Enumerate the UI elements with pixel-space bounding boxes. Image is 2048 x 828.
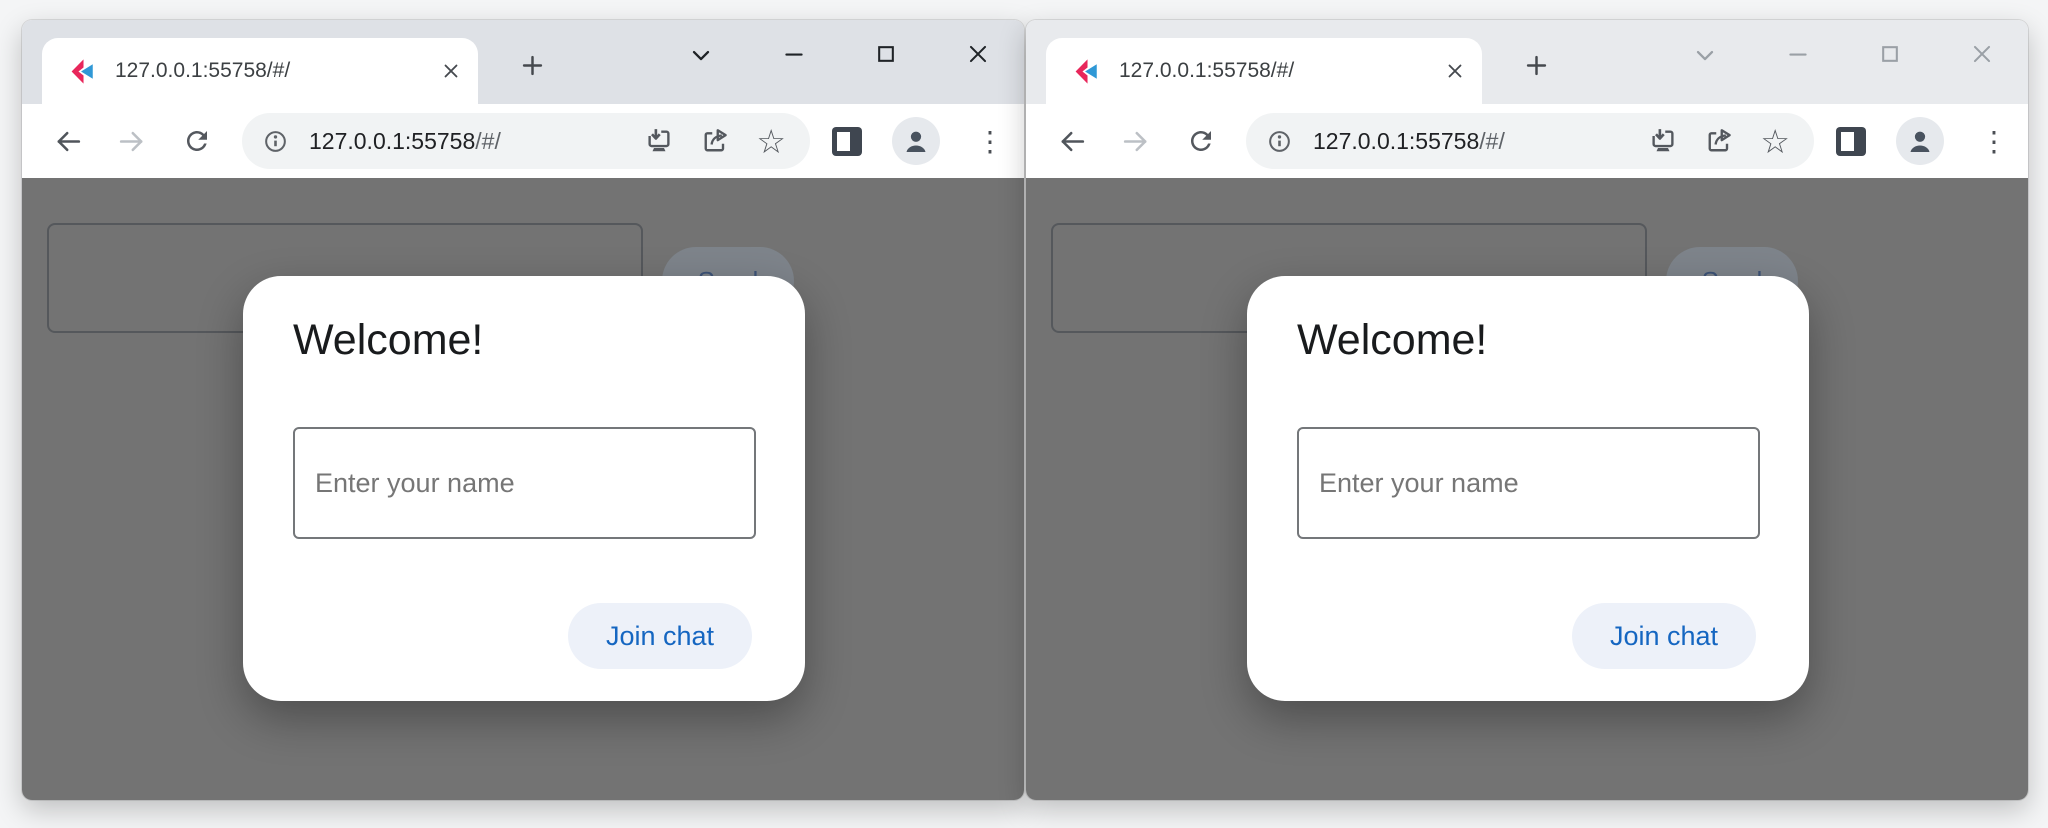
new-tab-button[interactable] bbox=[1517, 46, 1555, 84]
tab-strip: 127.0.0.1:55758/#/ bbox=[1026, 20, 2028, 104]
welcome-dialog: Welcome! Join chat bbox=[1247, 276, 1809, 701]
browser-tab[interactable]: 127.0.0.1:55758/#/ bbox=[1046, 38, 1482, 104]
dialog-title: Welcome! bbox=[1297, 316, 1487, 365]
page-info-icon[interactable] bbox=[262, 128, 289, 155]
window-minimize-button[interactable] bbox=[774, 34, 814, 74]
bookmark-star-icon[interactable]: ☆ bbox=[756, 125, 786, 158]
browser-menu-icon[interactable]: ⋮ bbox=[970, 121, 1010, 161]
site-favicon-icon bbox=[1072, 58, 1099, 85]
address-bar[interactable]: 127.0.0.1:55758/#/ ☆ bbox=[1246, 113, 1814, 169]
bookmark-star-icon[interactable]: ☆ bbox=[1760, 125, 1790, 158]
window-minimize-button[interactable] bbox=[1778, 34, 1818, 74]
tab-close-icon[interactable] bbox=[1440, 56, 1470, 86]
window-close-button[interactable] bbox=[958, 34, 998, 74]
tab-close-icon[interactable] bbox=[436, 56, 466, 86]
url-path: /#/ bbox=[475, 128, 501, 154]
install-app-icon[interactable] bbox=[1648, 126, 1678, 156]
tab-search-chevron-icon[interactable] bbox=[682, 36, 720, 74]
name-input[interactable] bbox=[1297, 427, 1760, 539]
side-panel-pane bbox=[837, 132, 850, 151]
url-host: 127.0.0.1:55758 bbox=[1313, 128, 1479, 154]
welcome-dialog: Welcome! Join chat bbox=[243, 276, 805, 701]
person-icon bbox=[901, 126, 931, 156]
side-panel-icon[interactable] bbox=[1836, 127, 1866, 156]
name-input[interactable] bbox=[293, 427, 756, 539]
url-text[interactable]: 127.0.0.1:55758/#/ bbox=[309, 128, 644, 155]
page-content: Send Welcome! Join chat bbox=[1026, 178, 2028, 800]
page-info-icon[interactable] bbox=[1266, 128, 1293, 155]
share-icon[interactable] bbox=[700, 126, 730, 156]
browser-window-right: 127.0.0.1:55758/#/ bbox=[1026, 20, 2028, 800]
browser-toolbar: 127.0.0.1:55758/#/ ☆ ⋮ bbox=[1026, 104, 2028, 178]
site-favicon-icon bbox=[68, 58, 95, 85]
share-icon[interactable] bbox=[1704, 126, 1734, 156]
new-tab-button[interactable] bbox=[513, 46, 551, 84]
join-chat-button[interactable]: Join chat bbox=[1572, 603, 1756, 669]
browser-menu-icon[interactable]: ⋮ bbox=[1974, 121, 2014, 161]
person-icon bbox=[1905, 126, 1935, 156]
tab-title: 127.0.0.1:55758/#/ bbox=[1119, 59, 1440, 83]
window-close-button[interactable] bbox=[1962, 34, 2002, 74]
page-content: Send Welcome! Join chat bbox=[22, 178, 1024, 800]
profile-avatar[interactable] bbox=[1896, 117, 1944, 165]
address-bar[interactable]: 127.0.0.1:55758/#/ ☆ bbox=[242, 113, 810, 169]
reload-button[interactable] bbox=[1181, 121, 1221, 161]
reload-button[interactable] bbox=[177, 121, 217, 161]
forward-button bbox=[1115, 121, 1155, 161]
install-app-icon[interactable] bbox=[644, 126, 674, 156]
back-button[interactable] bbox=[1052, 121, 1092, 161]
profile-avatar[interactable] bbox=[892, 117, 940, 165]
browser-toolbar: 127.0.0.1:55758/#/ ☆ ⋮ bbox=[22, 104, 1024, 178]
url-path: /#/ bbox=[1479, 128, 1505, 154]
browser-window-left: 127.0.0.1:55758/#/ bbox=[22, 20, 1024, 800]
window-maximize-button[interactable] bbox=[1870, 34, 1910, 74]
back-button[interactable] bbox=[48, 121, 88, 161]
tab-search-chevron-icon[interactable] bbox=[1686, 36, 1724, 74]
window-maximize-button[interactable] bbox=[866, 34, 906, 74]
forward-button bbox=[111, 121, 151, 161]
side-panel-pane bbox=[1841, 132, 1854, 151]
tab-strip: 127.0.0.1:55758/#/ bbox=[22, 20, 1024, 104]
tab-title: 127.0.0.1:55758/#/ bbox=[115, 59, 436, 83]
join-chat-button[interactable]: Join chat bbox=[568, 603, 752, 669]
side-panel-icon[interactable] bbox=[832, 127, 862, 156]
url-host: 127.0.0.1:55758 bbox=[309, 128, 475, 154]
dialog-title: Welcome! bbox=[293, 316, 483, 365]
browser-tab[interactable]: 127.0.0.1:55758/#/ bbox=[42, 38, 478, 104]
url-text[interactable]: 127.0.0.1:55758/#/ bbox=[1313, 128, 1648, 155]
